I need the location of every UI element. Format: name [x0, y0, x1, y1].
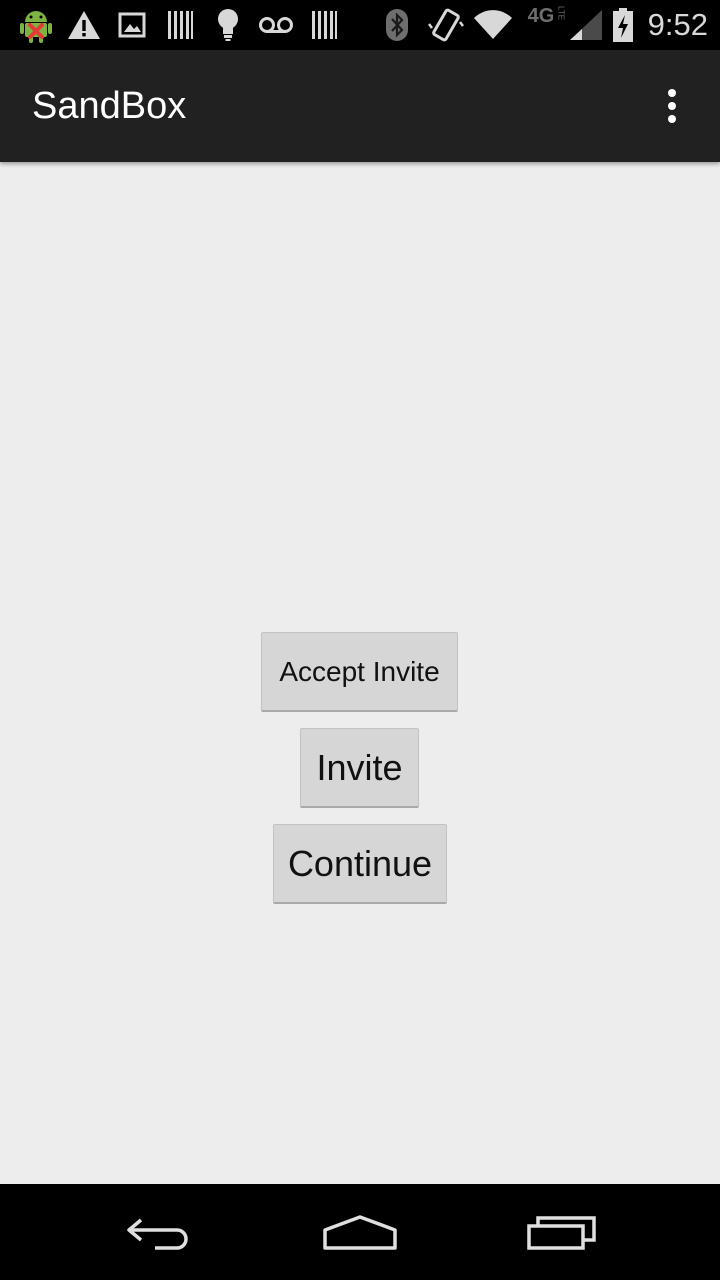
bluetooth-icon — [382, 0, 412, 50]
back-icon — [127, 1218, 188, 1250]
navigation-bar — [0, 1184, 720, 1280]
recents-button[interactable] — [512, 1204, 612, 1260]
action-bar: SandBox — [0, 50, 720, 162]
voicemail-icon — [256, 0, 296, 50]
app-title: SandBox — [32, 85, 187, 127]
battery-charging-icon — [610, 0, 636, 50]
back-button[interactable] — [110, 1204, 210, 1260]
4g-lte-icon: 4G LTE — [522, 0, 570, 50]
overflow-menu-button[interactable] — [648, 82, 696, 130]
lightbulb-icon — [212, 0, 244, 50]
cell-signal-icon — [566, 0, 606, 50]
barcode-icon — [162, 0, 198, 50]
status-bar: 4G LTE 9:52 — [0, 0, 720, 50]
network-type-label: 4G — [527, 5, 555, 27]
invite-button[interactable]: Invite — [300, 728, 419, 808]
network-subtype-label: LTE — [556, 6, 566, 21]
accept-invite-button[interactable]: Accept Invite — [261, 632, 458, 712]
android-debug-icon — [16, 0, 56, 50]
vibrate-icon — [426, 0, 466, 50]
wifi-icon — [472, 0, 514, 50]
continue-button[interactable]: Continue — [273, 824, 447, 904]
content-area: Accept Invite Invite Continue — [0, 162, 720, 1184]
phone-screen: 4G LTE 9:52 SandBox Accept Invite Invite… — [0, 0, 720, 1280]
home-button[interactable] — [310, 1204, 410, 1260]
status-time: 9:52 — [647, 7, 708, 42]
recents-icon — [527, 1216, 596, 1250]
image-icon — [114, 0, 150, 50]
warning-icon — [64, 0, 104, 50]
more-vert-icon — [668, 89, 676, 123]
barcode-icon — [306, 0, 342, 50]
home-icon — [323, 1215, 397, 1250]
